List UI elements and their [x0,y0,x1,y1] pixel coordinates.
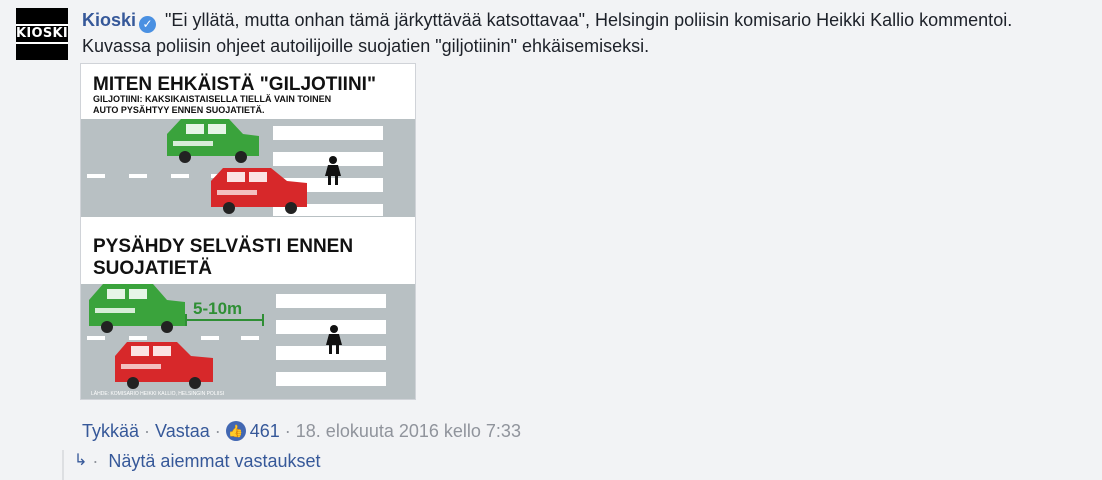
comment-actions: Tykkää · Vastaa · 👍 461 · 18. elokuuta 2… [82,418,521,444]
distance-label: 5-10m [193,299,242,318]
reply-arrow-icon: ↳ [74,452,88,469]
like-count[interactable]: 461 [250,418,280,444]
comment-image[interactable]: MITEN EHKÄISTÄ "GILJOTIINI" GILJOTIINI: … [80,63,416,400]
view-previous-replies[interactable]: ↳ · Näytä aiemmat vastaukset [62,448,321,474]
image-subline-2: AUTO PYSÄHTYY ENNEN SUOJATIETÄ. [93,105,265,115]
image-heading-2b: SUOJATIETÄ [93,258,212,279]
avatar-label: KIOSKI [15,24,69,44]
separator-dot: · [214,421,221,441]
image-subline-1: GILJOTIINI: KAKSIKAISTAISELLA TIELLÄ VAI… [93,94,331,104]
like-link[interactable]: Tykkää [82,418,139,444]
separator-dot: · [92,451,99,471]
image-source: LÄHDE: KOMISARIO HEIKKI KALLIO, HELSINGI… [91,390,224,397]
view-previous-replies-link[interactable]: Näytä aiemmat vastaukset [108,448,320,474]
comment-body: Kioski ✓ "Ei yllätä, mutta onhan tämä jär… [82,7,1082,59]
reply-link[interactable]: Vastaa [155,418,210,444]
timestamp[interactable]: 18. elokuuta 2016 kello 7:33 [296,418,521,444]
separator-dot: · [284,421,291,441]
author-name[interactable]: Kioski [82,10,136,30]
separator-dot: · [144,421,151,441]
image-heading-2a: PYSÄHDY SELVÄSTI ENNEN [93,236,353,257]
comment-text: "Ei yllätä, mutta onhan tämä järkyttävää… [82,10,1013,56]
avatar[interactable]: KIOSKI [15,8,69,60]
thumbs-up-icon: 👍 [225,421,246,441]
image-heading: MITEN EHKÄISTÄ "GILJOTIINI" [93,74,376,95]
verified-badge-icon: ✓ [139,16,157,33]
